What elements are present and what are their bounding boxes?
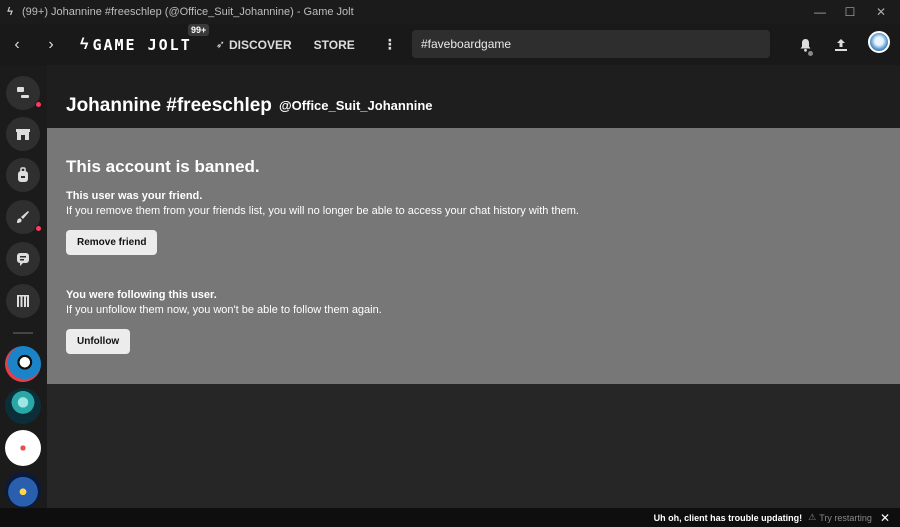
window-title: (99+) Johannine #freeschlep (@Office_Sui…	[22, 6, 354, 18]
brush-icon	[17, 211, 29, 223]
dismiss-status-icon[interactable]: ✕	[880, 511, 890, 525]
upload-icon[interactable]	[828, 24, 854, 65]
close-window-button[interactable]: ✕	[866, 0, 896, 24]
forward-button[interactable]: ›	[34, 24, 68, 65]
sidebar-divider	[13, 332, 33, 334]
community-avatar-2[interactable]	[5, 388, 41, 424]
left-sidebar	[0, 65, 47, 527]
community-avatar-3[interactable]	[5, 430, 41, 466]
discover-link[interactable]: ➶ DISCOVER	[216, 38, 292, 52]
remove-friend-button[interactable]: Remove friend	[66, 230, 158, 255]
warning-icon: ⚠	[808, 512, 817, 522]
top-navigation: ‹ › ϟ GAME JOLT 99+ ➶ DISCOVER STORE ⋮	[0, 24, 900, 65]
maximize-button[interactable]: ☐	[835, 0, 865, 24]
library-button[interactable]	[6, 284, 40, 318]
friend-notice-description: If you remove them from your friends lis…	[66, 205, 579, 217]
community-avatar-4[interactable]	[5, 472, 41, 508]
library-icon	[17, 295, 29, 307]
backpack-icon	[18, 167, 28, 182]
minimize-button[interactable]: —	[805, 0, 835, 24]
logo-wordmark: GAME JOLT	[92, 35, 192, 54]
game-jolt-app-icon: ϟ	[7, 6, 13, 18]
banned-heading: This account is banned.	[66, 157, 260, 176]
search-input[interactable]	[412, 30, 770, 58]
store-icon	[16, 129, 30, 140]
creator-tools-button[interactable]	[6, 200, 42, 234]
discover-label: DISCOVER	[228, 37, 292, 52]
rocket-icon: ➶	[215, 39, 225, 51]
main-content: Johannine #freeschlep @Office_Suit_Johan…	[47, 65, 900, 527]
notification-count-badge: 99+	[188, 24, 210, 36]
profile-header: Johannine #freeschlep @Office_Suit_Johan…	[47, 65, 900, 128]
try-restarting-link[interactable]: Try restarting	[819, 513, 872, 523]
store-sidebar-button[interactable]	[6, 117, 40, 151]
profile-username: @Office_Suit_Johannine	[279, 98, 433, 113]
update-error-message: Uh oh, client has trouble updating!	[653, 512, 803, 523]
bolt-icon: ϟ	[80, 35, 89, 53]
window-title-bar: ϟ (99+) Johannine #freeschlep (@Office_S…	[0, 0, 900, 24]
banned-account-panel: This account is banned. This user was yo…	[47, 128, 900, 384]
more-menu-icon[interactable]: ⋮	[383, 36, 397, 53]
game-jolt-logo[interactable]: ϟ GAME JOLT 99+	[80, 24, 210, 65]
notification-indicator	[808, 51, 813, 56]
back-button[interactable]: ‹	[0, 24, 34, 65]
unread-dot	[35, 101, 42, 108]
chat-icon	[17, 253, 29, 266]
user-avatar[interactable]	[868, 31, 890, 53]
profile-display-name: Johannine #freeschlep	[66, 95, 272, 116]
feed-icon	[17, 87, 29, 98]
unread-dot	[35, 225, 42, 232]
unfollow-button[interactable]: Unfollow	[66, 329, 131, 354]
follow-notice-description: If you unfollow them now, you won't be a…	[66, 304, 382, 316]
friend-notice-title: This user was your friend.	[66, 190, 203, 202]
update-status-bar: Uh oh, client has trouble updating! ⚠ Tr…	[0, 508, 900, 527]
activity-feed-button[interactable]	[6, 76, 42, 110]
community-avatar-1[interactable]	[5, 346, 41, 382]
chat-button[interactable]	[6, 242, 40, 276]
follow-notice-title: You were following this user.	[66, 289, 217, 301]
store-link[interactable]: STORE	[314, 38, 355, 52]
notifications-icon[interactable]	[792, 24, 818, 65]
backpack-button[interactable]	[6, 158, 40, 192]
